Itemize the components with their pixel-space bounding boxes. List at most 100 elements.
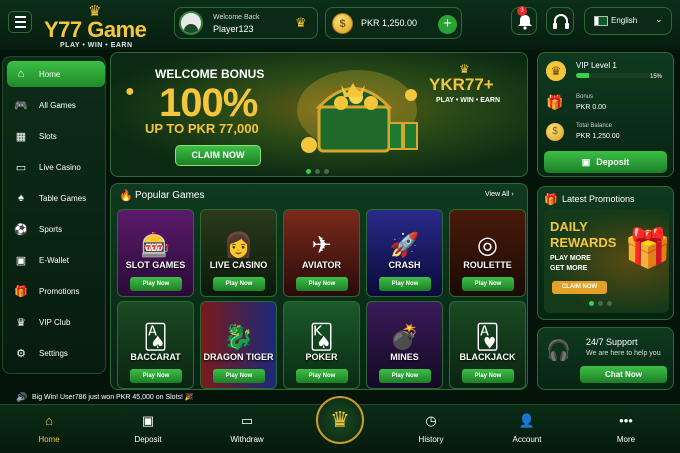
game-card-poker[interactable]: 🂮 POKER Play Now: [283, 301, 360, 389]
play-now-button[interactable]: Play Now: [379, 369, 431, 383]
nav-more[interactable]: ••• More: [591, 405, 661, 453]
game-card-aviator[interactable]: ✈ AVIATOR Play Now: [283, 209, 360, 297]
support-headset-button[interactable]: [546, 7, 574, 35]
nav-history[interactable]: ◷ History: [396, 405, 466, 453]
welcome-bonus-banner[interactable]: ● WELCOME BONUS 100% UP TO PKR 77,000 CL…: [110, 52, 528, 177]
game-name: CRASH: [388, 260, 421, 270]
game-card-slot-games[interactable]: 🎰 SLOT GAMES Play Now: [117, 209, 194, 297]
logo-tagline: PLAY • WIN • EARN: [60, 42, 133, 49]
vip-progress-fill: [576, 73, 589, 78]
coin-icon: ●: [125, 83, 135, 100]
banner-carousel-dots[interactable]: [306, 169, 329, 174]
sidebar-item-label: Live Casino: [39, 162, 81, 172]
game-name: AVIATOR: [301, 260, 341, 270]
gear-icon: ⚙: [16, 347, 26, 360]
wallet-icon: ▣: [15, 254, 27, 267]
sidebar-item-label: E-Wallet: [39, 255, 69, 265]
logo[interactable]: ♛ Y77 Game PLAY • WIN • EARN: [44, 3, 156, 49]
banner-brand-tagline: PLAY • WIN • EARN: [436, 97, 501, 104]
nav-center-crown-button[interactable]: ♛: [316, 396, 364, 444]
play-now-button[interactable]: Play Now: [213, 369, 265, 383]
game-card-baccarat[interactable]: 🂡 BACCARAT Play Now: [117, 301, 194, 389]
game-card-blackjack[interactable]: 🂱 BLACKJACK Play Now: [449, 301, 526, 389]
spade-icon: ♠: [18, 192, 24, 204]
play-now-button[interactable]: Play Now: [462, 369, 514, 383]
vip-level: VIP Level 1: [576, 61, 617, 70]
sidebar-item-sports[interactable]: ⚽ Sports: [7, 216, 105, 242]
sidebar-item-label: Table Games: [39, 193, 87, 203]
bonus-value: PKR 0.00: [576, 104, 606, 111]
view-all-link[interactable]: View All ›: [485, 191, 514, 198]
sidebar-item-label: VIP Club: [39, 317, 71, 327]
withdraw-icon: ▭: [240, 413, 254, 428]
chat-now-button[interactable]: Chat Now: [580, 366, 667, 383]
claim-now-button[interactable]: CLAIM NOW: [175, 145, 261, 166]
chevron-down-icon: ⌄: [655, 14, 663, 24]
view-all-label: View All: [485, 191, 510, 198]
play-now-button[interactable]: Play Now: [130, 369, 182, 383]
flag-icon: [594, 16, 608, 26]
game-card-live-casino[interactable]: 👩 LIVE CASINO Play Now: [200, 209, 277, 297]
top-header: ♛ Y77 Game PLAY • WIN • EARN Welcome Bac…: [0, 0, 680, 50]
soccer-ball-icon: ⚽: [14, 223, 28, 236]
sidebar-item-table-games[interactable]: ♠ Table Games: [7, 185, 105, 211]
deposit-button[interactable]: ▣ Deposit: [544, 151, 667, 173]
add-funds-button[interactable]: +: [438, 15, 457, 34]
sidebar-item-settings[interactable]: ⚙ Settings: [7, 340, 105, 366]
play-now-button[interactable]: Play Now: [462, 277, 514, 291]
gift-box-icon: 🎁: [624, 228, 669, 270]
nav-label: History: [418, 435, 444, 444]
game-name: POKER: [305, 352, 338, 362]
headset-icon: 🎧: [546, 340, 571, 362]
promo-claim-button[interactable]: CLAIM NOW: [552, 281, 607, 294]
promo-carousel-dots[interactable]: [589, 301, 612, 306]
sidebar-item-promotions[interactable]: 🎁 Promotions: [7, 278, 105, 304]
chevron-right-icon: ›: [511, 191, 514, 198]
notification-badge: 3: [517, 6, 527, 16]
play-now-button[interactable]: Play Now: [130, 277, 182, 291]
nav-account[interactable]: 👤 Account: [492, 405, 562, 453]
username: Player123: [213, 24, 254, 34]
game-card-mines[interactable]: 💣 MINES Play Now: [366, 301, 443, 389]
banner-subtitle: UP TO PKR 77,000: [145, 121, 259, 136]
coin-icon: $: [546, 123, 564, 141]
wallet-balance: $ PKR 1,250.00 +: [325, 7, 462, 39]
game-name: DRAGON TIGER: [203, 352, 274, 362]
promo-subtitle-line-1: PLAY MORE: [550, 255, 591, 262]
game-card-dragon-tiger[interactable]: 🐉 DRAGON TIGER Play Now: [200, 301, 277, 389]
game-name: ROULETTE: [463, 260, 512, 270]
gamepad-icon: 🎮: [14, 99, 28, 112]
sidebar-item-label: Sports: [39, 224, 63, 234]
tablet-icon: ▭: [15, 161, 27, 174]
vip-panel: ♛ VIP Level 1 15% 🎁 Bonus PKR 0.00 $ Tot…: [537, 52, 674, 177]
user-profile[interactable]: Welcome Back Player123 ♛: [174, 7, 318, 39]
sidebar-item-vip-club[interactable]: ♛ VIP Club: [7, 309, 105, 335]
play-now-button[interactable]: Play Now: [213, 277, 265, 291]
slots-icon: ▦: [15, 130, 27, 143]
game-card-crash[interactable]: 🚀 CRASH Play Now: [366, 209, 443, 297]
nav-withdraw[interactable]: ▭ Withdraw: [212, 405, 282, 453]
nav-label: Home: [38, 435, 60, 444]
promotions-title: Latest Promotions: [562, 194, 635, 204]
deposit-icon: ▣: [141, 413, 155, 428]
language-select[interactable]: English ⌄: [584, 7, 672, 35]
logo-name: Y77 Game: [44, 17, 147, 42]
sidebar-item-home[interactable]: ⌂ Home: [7, 61, 105, 87]
daily-rewards-promo-card[interactable]: DAILY REWARDS PLAY MORE GET MORE CLAIM N…: [544, 209, 669, 313]
nav-home[interactable]: ⌂ Home: [14, 405, 84, 453]
nav-deposit[interactable]: ▣ Deposit: [113, 405, 183, 453]
sidebar-item-live-casino[interactable]: ▭ Live Casino: [7, 154, 105, 180]
game-name: BLACKJACK: [459, 352, 516, 362]
sidebar-item-e-wallet[interactable]: ▣ E-Wallet: [7, 247, 105, 273]
total-balance-label: Total Balance: [576, 123, 613, 129]
bonus-label: Bonus: [576, 94, 594, 100]
play-now-button[interactable]: Play Now: [296, 277, 348, 291]
sidebar: ⌂ Home 🎮 All Games ▦ Slots ▭ Live Casino ♠ Ta…: [2, 56, 106, 374]
sidebar-item-all-games[interactable]: 🎮 All Games: [7, 92, 105, 118]
play-now-button[interactable]: Play Now: [379, 277, 431, 291]
sidebar-item-label: Promotions: [39, 286, 80, 296]
hamburger-menu-icon[interactable]: [8, 11, 32, 33]
sidebar-item-slots[interactable]: ▦ Slots: [7, 123, 105, 149]
game-card-roulette[interactable]: ◎ ROULETTE Play Now: [449, 209, 526, 297]
play-now-button[interactable]: Play Now: [296, 369, 348, 383]
